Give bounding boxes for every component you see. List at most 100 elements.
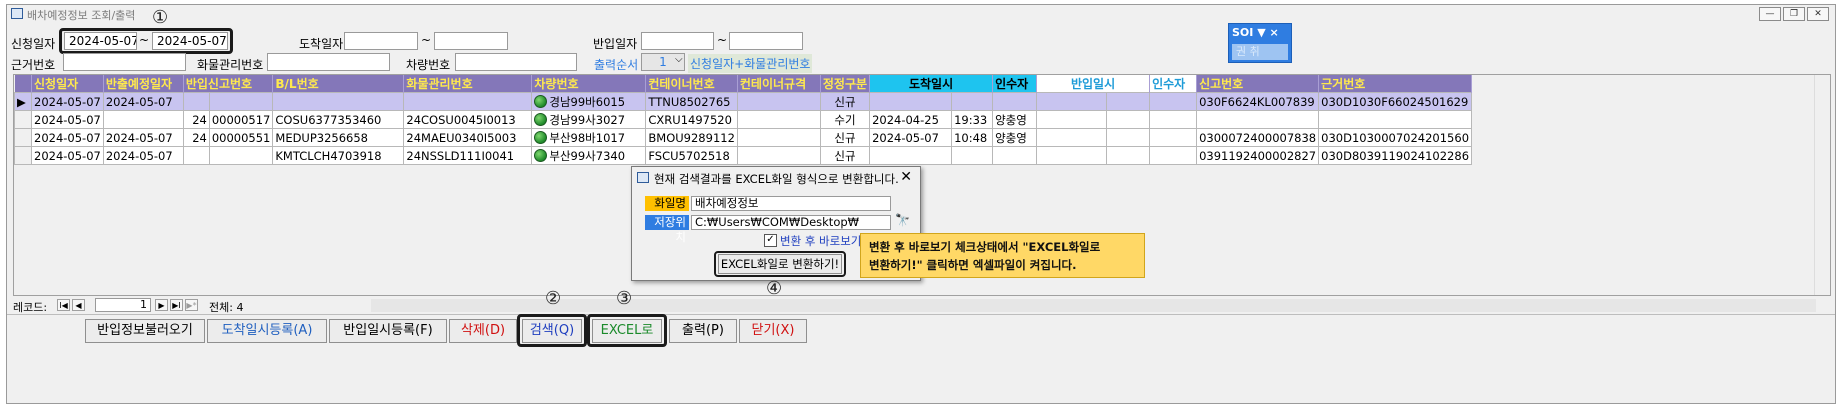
row-selector[interactable] (14, 146, 32, 165)
cell-out-date[interactable]: 2024-05-07 (102, 92, 184, 111)
close-button[interactable]: 닫기(X) (739, 319, 807, 343)
cargo-mgmt-input[interactable] (267, 53, 390, 71)
cell-correction[interactable]: 신규 (819, 146, 871, 165)
cell-vehicle[interactable]: 부산98바1017 (531, 128, 647, 147)
cell-import-a[interactable]: 24 (182, 110, 210, 129)
col-header-receiver-2[interactable]: 인수자 (1149, 75, 1198, 93)
cell-apply-date[interactable]: 2024-05-07 (31, 110, 104, 129)
cell-decl-no[interactable] (1196, 110, 1320, 129)
cell-receiver-2[interactable] (1149, 92, 1198, 111)
col-header-container-spec[interactable]: 컨테이너규격 (737, 75, 821, 93)
cell-import-date[interactable] (1036, 110, 1108, 129)
search-button[interactable]: 검색(Q) (522, 319, 582, 343)
col-header-vehicle[interactable]: 차량번호 (531, 75, 647, 93)
col-header-arrival[interactable]: 도착일시 (869, 75, 994, 93)
cell-bl[interactable] (272, 92, 405, 111)
print-button[interactable]: 출력(P) (669, 319, 737, 343)
soi-widget[interactable]: SOI ▼ × 권 취 (1228, 23, 1292, 63)
cell-basis-no[interactable]: 030D8039119024102286 (1318, 146, 1473, 165)
cell-import-b[interactable]: 00000551 (208, 128, 274, 147)
delete-button[interactable]: 삭제(D) (449, 319, 517, 343)
prev-record-button[interactable]: ◀ (72, 299, 85, 311)
cell-receiver[interactable] (992, 146, 1038, 165)
cell-receiver-2[interactable] (1149, 110, 1198, 129)
apply-date-to-input[interactable]: 2024-05-07 (152, 32, 228, 50)
binoculars-icon[interactable]: 🔭 (895, 213, 910, 227)
cell-arrival-time[interactable] (951, 146, 994, 165)
horizontal-scrollbar[interactable] (371, 299, 1816, 312)
location-input[interactable]: C:₩Users₩COM₩Desktop₩ (691, 215, 891, 230)
cell-decl-no[interactable]: 030F6624KL007839 (1196, 92, 1320, 111)
cell-cargo[interactable]: 24MAEU0340I5003 (403, 128, 533, 147)
last-record-button[interactable]: ▶I (170, 299, 183, 311)
table-row[interactable]: 2024-05-07 24 00000517 COSU6377353460 24… (14, 110, 1473, 129)
cell-vehicle[interactable]: 부산99사7340 (531, 146, 647, 165)
cell-container[interactable]: TTNU8502765 (645, 92, 738, 111)
cell-import-a[interactable] (182, 146, 210, 165)
arrival-date-from-input[interactable] (344, 32, 418, 50)
cell-arrival-date[interactable] (869, 146, 953, 165)
cell-cargo[interactable] (403, 92, 533, 111)
cell-import-date[interactable] (1036, 92, 1108, 111)
cell-spec[interactable] (736, 146, 821, 165)
cell-basis-no[interactable]: 030D1030F66024501629 (1318, 92, 1473, 111)
cell-apply-date[interactable]: 2024-05-07 (31, 92, 104, 111)
cell-import-a[interactable] (182, 92, 210, 111)
arrival-register-button[interactable]: 도착일시등록(A) (207, 319, 327, 343)
cell-receiver[interactable]: 양충영 (992, 128, 1038, 147)
cell-arrival-time[interactable] (951, 92, 994, 111)
cell-decl-no[interactable]: 0300072400007838 (1196, 128, 1320, 147)
col-header-basis-no[interactable]: 근거번호 (1318, 75, 1473, 93)
chevron-down-icon[interactable]: ⌵ (675, 54, 683, 65)
col-header-correction[interactable]: 정정구분 (820, 75, 871, 93)
table-row[interactable]: ▶ 2024-05-07 2024-05-07 경남99바6015 TTNU85… (14, 92, 1473, 111)
vehicle-no-input[interactable] (455, 53, 577, 71)
next-record-button[interactable]: ▶ (155, 299, 168, 311)
cell-receiver-2[interactable] (1149, 146, 1198, 165)
cell-out-date[interactable] (102, 110, 184, 129)
restore-button[interactable]: ❐ (1783, 7, 1805, 21)
vertical-scrollbar[interactable] (1814, 75, 1830, 295)
cell-arrival-time[interactable]: 19:33 (951, 110, 994, 129)
first-record-button[interactable]: I◀ (57, 299, 70, 311)
import-register-button[interactable]: 반입일시등록(F) (329, 319, 447, 343)
convert-to-excel-button[interactable]: EXCEL화일로 변환하기! (718, 254, 842, 274)
cell-bl[interactable]: COSU6377353460 (272, 110, 405, 129)
cell-import-b[interactable] (208, 92, 274, 111)
col-header-receiver[interactable]: 인수자 (992, 75, 1038, 93)
load-import-button[interactable]: 반입정보불러오기 (85, 319, 205, 343)
col-header-out-date[interactable]: 반출예정일자 (103, 75, 184, 93)
cell-arrival-date[interactable] (869, 92, 953, 111)
cell-import-date[interactable] (1036, 146, 1108, 165)
cell-correction[interactable]: 신규 (819, 92, 871, 111)
globe-icon[interactable] (534, 130, 548, 144)
cell-cargo[interactable]: 24COSU0045I0013 (403, 110, 533, 129)
cell-import-a[interactable]: 24 (182, 128, 210, 147)
cell-import-time[interactable] (1106, 92, 1151, 111)
import-date-to-input[interactable] (729, 32, 803, 50)
soi-caret-icon[interactable]: ▼ (1257, 26, 1265, 39)
row-selector[interactable] (14, 128, 32, 147)
arrival-date-to-input[interactable] (434, 32, 508, 50)
col-header-cargo[interactable]: 화물관리번호 (403, 75, 533, 93)
col-header-apply-date[interactable]: 신청일자 (31, 75, 104, 93)
cell-container[interactable]: CXRU1497520 (645, 110, 738, 129)
col-header-container[interactable]: 컨테이너번호 (645, 75, 738, 93)
basis-no-input[interactable] (63, 53, 186, 71)
filename-input[interactable]: 배차예정정보 (691, 196, 891, 211)
row-selector[interactable] (14, 110, 32, 129)
cell-receiver-2[interactable] (1149, 128, 1198, 147)
cell-container[interactable]: FSCU5702518 (645, 146, 738, 165)
cell-correction[interactable]: 수기 (819, 110, 871, 129)
row-selector[interactable]: ▶ (14, 92, 32, 111)
excel-button[interactable]: EXCEL로 (592, 319, 662, 343)
cell-correction[interactable]: 신규 (819, 128, 871, 147)
cell-import-b[interactable]: 00000517 (208, 110, 274, 129)
cell-out-date[interactable]: 2024-05-07 (102, 146, 184, 165)
cell-decl-no[interactable]: 0391192400002827 (1196, 146, 1320, 165)
col-header-decl-no[interactable]: 신고번호 (1196, 75, 1320, 93)
col-header-import-time[interactable]: 반입일시 (1036, 75, 1151, 93)
cell-import-time[interactable] (1106, 146, 1151, 165)
cell-out-date[interactable]: 2024-05-07 (102, 128, 184, 147)
col-header-import-no[interactable]: 반입신고번호 (183, 75, 274, 93)
